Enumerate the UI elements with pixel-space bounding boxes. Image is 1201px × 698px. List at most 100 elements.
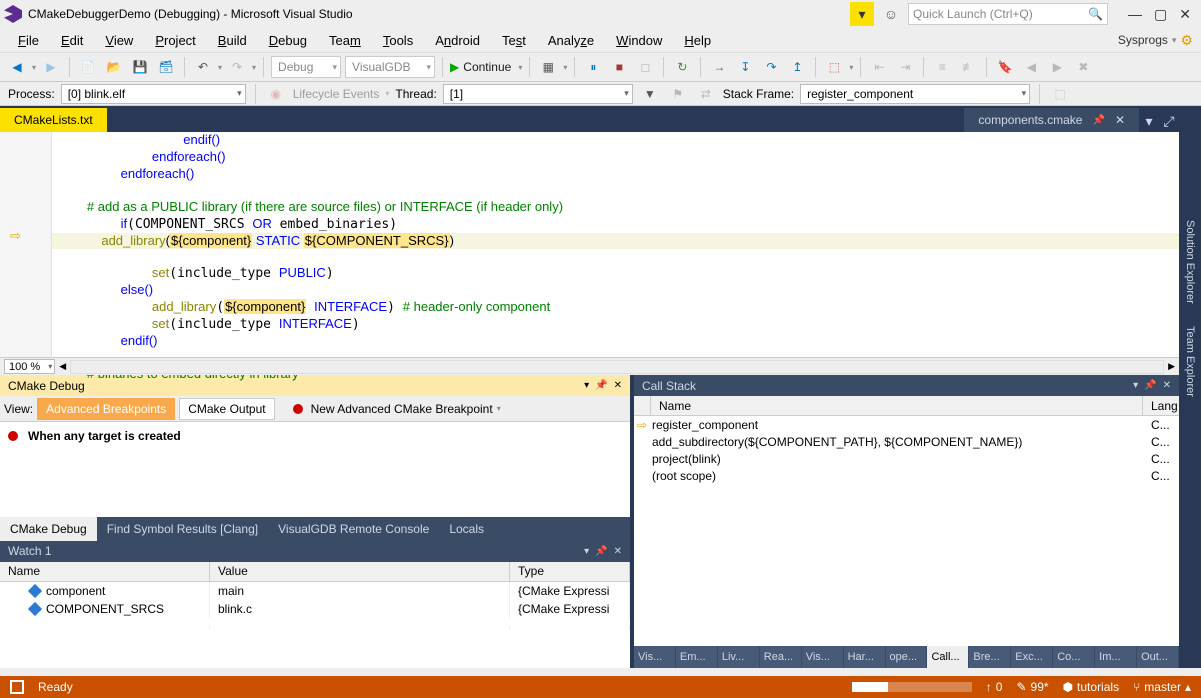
menu-help[interactable]: Help bbox=[674, 31, 721, 50]
status-mode-icon[interactable] bbox=[10, 680, 24, 694]
watch-row[interactable]: componentmain{CMake Expressi bbox=[0, 582, 630, 600]
callstack-row[interactable]: ⇨register_componentC... bbox=[634, 416, 1179, 433]
callstack-grid[interactable]: ⇨register_componentC...add_subdirectory(… bbox=[634, 416, 1179, 646]
menu-build[interactable]: Build bbox=[208, 31, 257, 50]
pending-changes[interactable]: ✎ 99* bbox=[1016, 680, 1048, 694]
col-value[interactable]: Value bbox=[210, 562, 510, 581]
pause-button[interactable]: ⏸ bbox=[582, 56, 604, 78]
output-tab[interactable]: Co... bbox=[1053, 646, 1095, 668]
step-out-button[interactable]: ↥ bbox=[786, 56, 808, 78]
output-tab[interactable]: Vis... bbox=[634, 646, 676, 668]
repo-name[interactable]: ⬢ tutorials bbox=[1063, 680, 1120, 694]
output-tab[interactable]: Vis... bbox=[802, 646, 844, 668]
menu-debug[interactable]: Debug bbox=[259, 31, 317, 50]
menu-edit[interactable]: Edit bbox=[51, 31, 93, 50]
tab-cmake-debug[interactable]: CMake Debug bbox=[0, 517, 97, 541]
col-name[interactable]: Name bbox=[651, 396, 1143, 415]
expand-pane-icon[interactable]: ⤢ bbox=[1159, 110, 1179, 132]
output-tab[interactable]: Rea... bbox=[760, 646, 802, 668]
solution-explorer-tab[interactable]: Solution Explorer bbox=[1184, 214, 1196, 310]
editor-gutter[interactable] bbox=[0, 132, 52, 357]
platform-combo[interactable]: VisualGDB bbox=[345, 56, 435, 78]
pin-icon[interactable]: 📌 bbox=[1092, 115, 1104, 126]
tab-components[interactable]: components.cmake 📌 ✕ bbox=[964, 108, 1139, 132]
menu-file[interactable]: File bbox=[8, 31, 49, 50]
thread-combo[interactable]: [1] bbox=[443, 84, 633, 104]
team-explorer-tab[interactable]: Team Explorer bbox=[1184, 320, 1196, 403]
bookmark-icon[interactable]: 🔖 bbox=[994, 56, 1016, 78]
process-combo[interactable]: [0] blink.elf bbox=[61, 84, 246, 104]
output-tab[interactable]: Im... bbox=[1095, 646, 1137, 668]
output-tab[interactable]: Call... bbox=[927, 646, 969, 668]
lifecycle-icon[interactable]: ◉ bbox=[265, 83, 287, 105]
seg-cmake-output[interactable]: CMake Output bbox=[179, 398, 274, 420]
menu-test[interactable]: Test bbox=[492, 31, 536, 50]
output-tab[interactable]: Bre... bbox=[969, 646, 1011, 668]
account-name[interactable]: Sysprogs bbox=[1118, 33, 1168, 47]
continue-button[interactable]: ▶Continue▾ bbox=[450, 60, 522, 74]
quick-launch[interactable]: Quick Launch (Ctrl+Q) 🔍 bbox=[908, 3, 1108, 25]
tab-find-symbol[interactable]: Find Symbol Results [Clang] bbox=[97, 517, 268, 541]
notification-funnel-icon[interactable]: ▾ bbox=[850, 2, 874, 26]
code-editor[interactable]: ⇨ endif() endforeach() endforeach() # ad… bbox=[0, 132, 1179, 375]
col-type[interactable]: Type bbox=[510, 562, 630, 581]
new-project-button[interactable]: 📄 bbox=[77, 56, 99, 78]
nav-fwd-button[interactable]: ▶ bbox=[40, 56, 62, 78]
lifecycle-label[interactable]: Lifecycle Events bbox=[293, 87, 380, 101]
callstack-row[interactable]: project(blink)C... bbox=[634, 450, 1179, 467]
tab-close-icon[interactable]: ✕ bbox=[1115, 113, 1125, 127]
tab-locals[interactable]: Locals bbox=[439, 517, 494, 541]
close-button[interactable]: ✕ bbox=[1179, 6, 1191, 23]
bookmark-prev-icon[interactable]: ◀ bbox=[1020, 56, 1042, 78]
open-file-button[interactable]: 📂 bbox=[103, 56, 125, 78]
tab-cmakelists[interactable]: CMakeLists.txt bbox=[0, 108, 107, 132]
bookmark-clear-icon[interactable]: ✖ bbox=[1072, 56, 1094, 78]
minimize-button[interactable]: — bbox=[1128, 6, 1142, 23]
config-combo[interactable]: Debug bbox=[271, 56, 341, 78]
watch-header[interactable]: Watch 1 ▾📌✕ bbox=[0, 541, 630, 562]
stack-frame-combo[interactable]: register_component bbox=[800, 84, 1030, 104]
breakpoint-item[interactable]: When any target is created bbox=[6, 426, 624, 446]
callstack-row[interactable]: add_subdirectory(${COMPONENT_PATH}, ${CO… bbox=[634, 433, 1179, 450]
output-tab[interactable]: ope... bbox=[886, 646, 928, 668]
zoom-combo[interactable]: 100 % bbox=[4, 359, 55, 374]
save-button[interactable]: 💾 bbox=[129, 56, 151, 78]
feedback-icon[interactable]: ☺ bbox=[880, 3, 902, 25]
comment-icon[interactable]: ≡ bbox=[931, 56, 953, 78]
hex-icon[interactable]: ⬚ bbox=[1049, 83, 1071, 105]
save-all-button[interactable]: 🗃 bbox=[155, 56, 177, 78]
output-tab[interactable]: Har... bbox=[844, 646, 886, 668]
seg-advanced-breakpoints[interactable]: Advanced Breakpoints bbox=[37, 398, 175, 420]
pin-icon[interactable]: 📌 bbox=[595, 546, 607, 557]
output-tab[interactable]: Exc... bbox=[1011, 646, 1053, 668]
indent-more-icon[interactable]: ⇥ bbox=[894, 56, 916, 78]
menu-project[interactable]: Project bbox=[145, 31, 205, 50]
uncomment-icon[interactable]: ≢ bbox=[957, 56, 979, 78]
gear-icon[interactable]: ⚙ bbox=[1180, 32, 1193, 49]
menu-analyze[interactable]: Analyze bbox=[538, 31, 604, 50]
menu-window[interactable]: Window bbox=[606, 31, 672, 50]
stop-button[interactable]: ■ bbox=[608, 56, 630, 78]
tab-remote-console[interactable]: VisualGDB Remote Console bbox=[268, 517, 439, 541]
restart-button[interactable]: ↻ bbox=[671, 56, 693, 78]
redo-button[interactable]: ↷ bbox=[226, 56, 248, 78]
bookmark-next-icon[interactable]: ▶ bbox=[1046, 56, 1068, 78]
menu-android[interactable]: Android bbox=[425, 31, 490, 50]
swap-icon[interactable]: ⇄ bbox=[695, 83, 717, 105]
output-tab[interactable]: Em... bbox=[676, 646, 718, 668]
horizontal-scrollbar[interactable] bbox=[70, 360, 1164, 374]
branch-name[interactable]: ⑂ master ▴ bbox=[1133, 680, 1191, 694]
new-breakpoint-button[interactable]: New Advanced CMake Breakpoint bbox=[311, 402, 493, 416]
hex-toggle-button[interactable]: ⬚ bbox=[823, 56, 845, 78]
output-tab[interactable]: Out... bbox=[1137, 646, 1179, 668]
indent-less-icon[interactable]: ⇤ bbox=[868, 56, 890, 78]
callstack-row[interactable]: (root scope)C... bbox=[634, 467, 1179, 484]
menu-team[interactable]: Team bbox=[319, 31, 371, 50]
dropdown-icon[interactable]: ▾ bbox=[584, 546, 589, 557]
filter-icon[interactable]: ▼ bbox=[639, 83, 661, 105]
menu-view[interactable]: View bbox=[95, 31, 143, 50]
output-tab[interactable]: Liv... bbox=[718, 646, 760, 668]
tab-overflow-icon[interactable]: ▾ bbox=[1139, 110, 1159, 132]
col-lang[interactable]: Lang bbox=[1143, 396, 1179, 415]
close-icon[interactable]: ✕ bbox=[614, 546, 622, 557]
